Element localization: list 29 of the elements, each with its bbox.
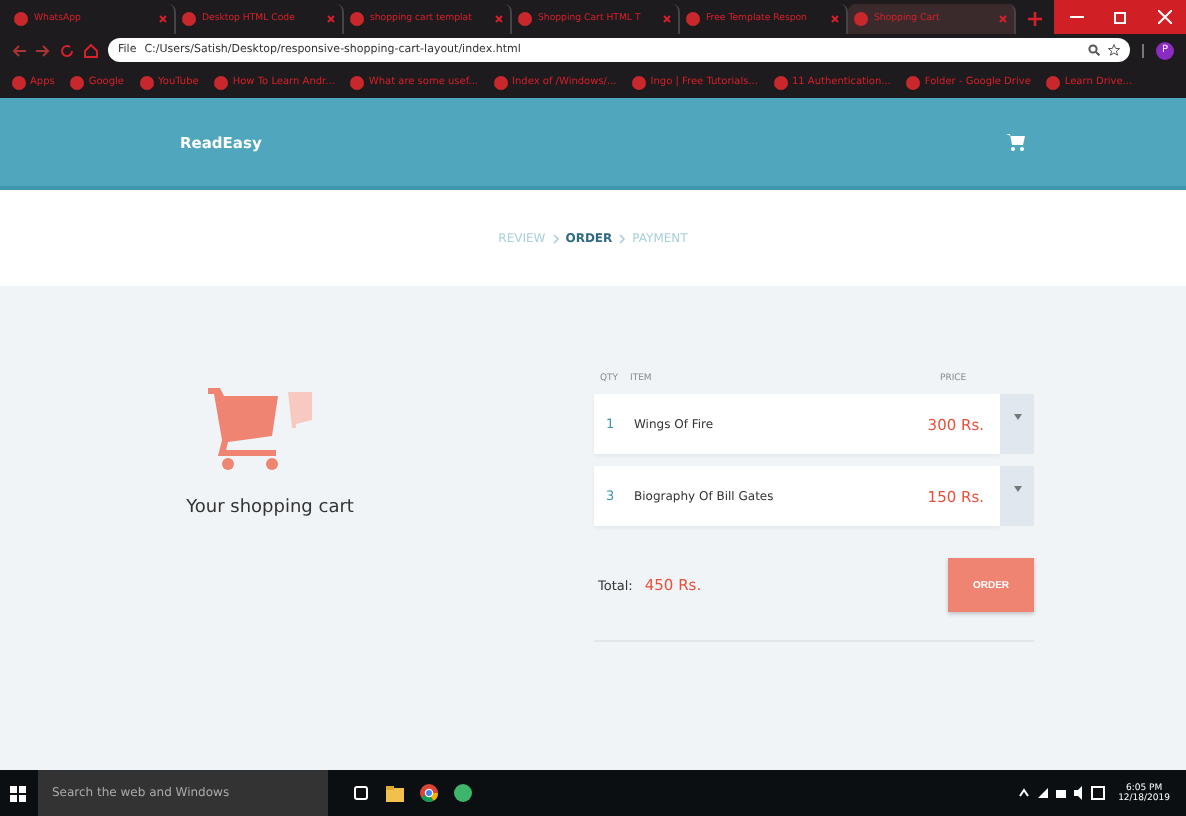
- close-icon[interactable]: [998, 14, 1008, 24]
- favicon-icon: [14, 12, 28, 26]
- reload-icon[interactable]: [60, 43, 74, 57]
- favicon-icon: [350, 12, 364, 26]
- star-icon[interactable]: [1108, 44, 1120, 56]
- favicon-icon: [182, 12, 196, 26]
- chevron-icon: [551, 233, 560, 243]
- search-icon[interactable]: [1088, 44, 1100, 56]
- caret-icon: [1013, 486, 1021, 492]
- restore-icon: [1113, 10, 1127, 24]
- forward-icon[interactable]: [36, 43, 50, 57]
- close-icon[interactable]: [830, 14, 840, 24]
- system-tray-icons[interactable]: [1018, 786, 1107, 800]
- new-tab-icon[interactable]: [1028, 12, 1042, 26]
- caret-icon: [1013, 414, 1021, 420]
- favicon-icon: [686, 12, 700, 26]
- cart-caption: Your shopping cart: [186, 498, 354, 518]
- back-icon[interactable]: [12, 43, 26, 57]
- cart-icon[interactable]: [1006, 132, 1026, 152]
- close-icon[interactable]: [326, 14, 336, 24]
- favicon-icon: [854, 12, 868, 26]
- close-icon[interactable]: [158, 14, 168, 24]
- close-icon[interactable]: [662, 14, 672, 24]
- close-icon: [1157, 10, 1171, 24]
- favicon-icon: [518, 12, 532, 26]
- chevron-icon: [618, 233, 627, 243]
- close-icon[interactable]: [494, 14, 504, 24]
- home-icon[interactable]: [84, 43, 98, 57]
- minimize-icon: [1069, 16, 1083, 18]
